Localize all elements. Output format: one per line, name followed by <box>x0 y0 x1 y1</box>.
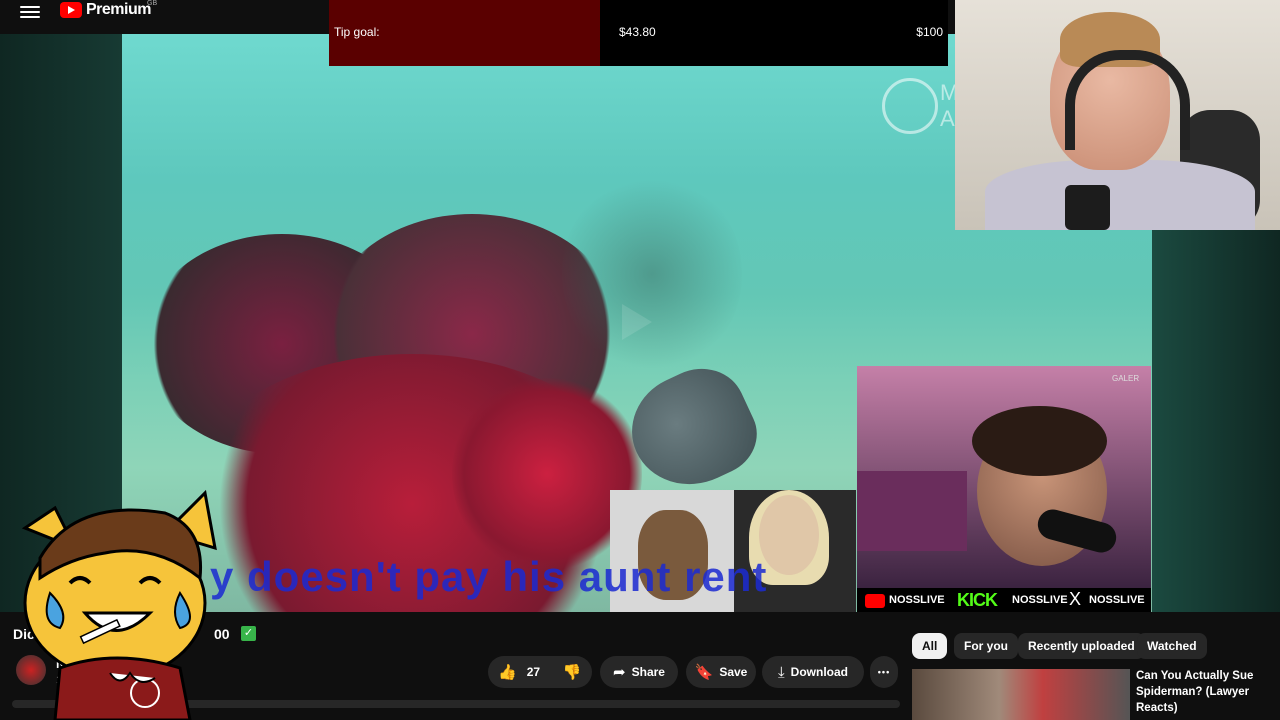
streamer-webcam <box>955 0 1280 230</box>
tip-goal-current: $43.80 <box>619 25 656 39</box>
x-logo-icon: X <box>1069 589 1082 609</box>
checkmark-icon: ✓ <box>241 626 256 641</box>
recommendation-thumbnail[interactable] <box>912 669 1130 720</box>
share-label: Share <box>631 665 665 679</box>
share-icon: ➦ <box>613 664 626 681</box>
chip-all[interactable]: All <box>912 633 948 659</box>
ambient-right <box>1152 230 1280 612</box>
avatar-face-shape <box>759 495 819 575</box>
recommendation-title[interactable]: Can You Actually Sue Spiderman? (Lawyer … <box>1136 668 1276 720</box>
tip-goal-bar: Tip goal: $43.80 $100 <box>329 0 948 66</box>
more-icon: ••• <box>877 667 891 677</box>
second-webcam: GALER <box>857 366 1151 588</box>
wall-sign: GALER <box>1112 374 1140 383</box>
premium-logo-text[interactable]: Premium <box>86 1 151 19</box>
share-button[interactable]: ➦ Share <box>600 656 678 688</box>
chip-recently-uploaded[interactable]: Recently uploaded <box>1018 633 1145 659</box>
chip-for-you[interactable]: For you <box>954 633 1018 659</box>
x-handle: NOSSLIVE <box>1089 594 1145 606</box>
download-button[interactable]: ⤓ Download <box>762 656 864 688</box>
chip-watched[interactable]: Watched <box>1137 633 1207 659</box>
hair-shape <box>972 406 1107 476</box>
microphone-shape <box>1065 185 1110 230</box>
thumbs-up-icon: 👍 <box>498 664 517 681</box>
download-label: Download <box>790 665 848 679</box>
more-actions-button[interactable]: ••• <box>870 656 898 688</box>
save-button[interactable]: 🔖 Save <box>686 656 756 688</box>
save-label: Save <box>719 665 748 679</box>
region-code: GB <box>147 0 158 7</box>
shirt-shape <box>985 160 1255 230</box>
social-handles-bar: NOSSLIVE KICK NOSSLIVE X NOSSLIVE <box>857 588 1151 614</box>
tip-goal-target: $100 <box>916 25 943 39</box>
mascot-cat-sticker <box>21 489 217 720</box>
shadow-shape <box>562 174 742 374</box>
shelf-shape <box>857 471 967 551</box>
tip-goal-label: Tip goal: <box>334 25 380 39</box>
headset-shape <box>1065 50 1190 150</box>
chat-caption: y doesn't pay his aunt rent <box>210 553 768 600</box>
kick-logo-icon: KICK <box>957 590 998 610</box>
youtube-logo-icon[interactable] <box>60 2 82 18</box>
youtube-handle: NOSSLIVE <box>889 594 945 606</box>
dislike-button[interactable]: 👎 <box>552 656 592 688</box>
download-icon: ⤓ <box>778 663 785 681</box>
thumbs-down-icon: 👎 <box>562 664 582 681</box>
watermark-logo-icon <box>882 78 938 134</box>
youtube-icon <box>865 594 885 608</box>
kick-handle: NOSSLIVE <box>1012 594 1068 606</box>
like-count: 27 <box>526 665 541 679</box>
bookmark-icon: 🔖 <box>694 664 714 681</box>
play-icon[interactable] <box>622 304 652 340</box>
menu-icon[interactable] <box>20 3 40 19</box>
